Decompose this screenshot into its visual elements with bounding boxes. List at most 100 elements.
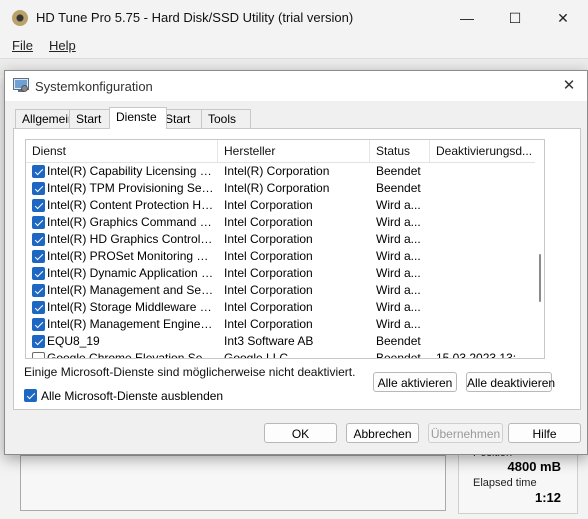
service-status: Wird a... xyxy=(376,232,421,246)
table-row[interactable]: Intel(R) Content Protection HDC... Intel … xyxy=(26,197,544,214)
table-row[interactable]: Intel(R) Graphics Command Cen... Intel Co… xyxy=(26,214,544,231)
service-name: Intel(R) Dynamic Application Loa... xyxy=(47,266,215,280)
dialog-title: Systemkonfiguration xyxy=(35,79,153,94)
service-manufacturer: Intel Corporation xyxy=(224,232,313,246)
service-manufacturer: Intel Corporation xyxy=(224,317,313,331)
list-header: Dienst Hersteller ⌄ Status Deaktivierung… xyxy=(26,140,544,163)
hdtune-window-title: HD Tune Pro 5.75 - Hard Disk/SSD Utility… xyxy=(36,10,354,25)
column-header-service[interactable]: Dienst xyxy=(26,140,218,162)
service-manufacturer: Int3 Software AB xyxy=(224,334,314,348)
service-name: Intel(R) Management Engine W... xyxy=(47,317,215,331)
service-checkbox[interactable] xyxy=(32,284,45,297)
service-disabled-date xyxy=(436,299,540,316)
dialog-close-icon[interactable]: ✕ xyxy=(557,75,581,97)
service-disabled-date xyxy=(436,333,540,350)
service-checkbox[interactable] xyxy=(32,301,45,314)
disable-all-button[interactable]: Alle deaktivieren xyxy=(466,372,555,392)
service-checkbox[interactable] xyxy=(32,233,45,246)
column-header-disabled-date[interactable]: Deaktivierungsd... xyxy=(430,140,544,162)
position-value: 4800 mB xyxy=(507,459,561,474)
microsoft-services-note: Einige Microsoft-Dienste sind möglicherw… xyxy=(24,365,356,379)
tab-dienste[interactable]: Dienste xyxy=(109,107,167,129)
dialog-titlebar[interactable]: Systemkonfiguration ✕ xyxy=(5,71,587,101)
enable-all-button[interactable]: Alle aktivieren xyxy=(373,372,457,392)
table-row[interactable]: Intel(R) PROSet Monitoring Service Intel … xyxy=(26,248,544,265)
service-status: Wird a... xyxy=(376,300,421,314)
service-disabled-date xyxy=(436,316,540,333)
cancel-button[interactable]: Abbrechen xyxy=(346,423,419,443)
service-disabled-date xyxy=(436,265,540,282)
tab-tools[interactable]: Tools xyxy=(201,109,251,128)
hide-microsoft-services-checkmark[interactable] xyxy=(24,389,37,402)
menu-help[interactable]: Help xyxy=(49,38,76,53)
ok-button[interactable]: OK xyxy=(264,423,337,443)
table-row[interactable]: Intel(R) Dynamic Application Loa... Intel… xyxy=(26,265,544,282)
service-name: Intel(R) Content Protection HDC... xyxy=(47,198,215,212)
service-name: Intel(R) Management and Securi... xyxy=(47,283,215,297)
service-status: Wird a... xyxy=(376,283,421,297)
service-manufacturer: Google LLC xyxy=(224,351,289,359)
service-checkbox[interactable] xyxy=(32,165,45,178)
service-status: Wird a... xyxy=(376,215,421,229)
table-row[interactable]: Intel(R) TPM Provisioning Service Intel(R… xyxy=(26,180,544,197)
table-row[interactable]: EQU8_19 Int3 Software AB Beendet xyxy=(26,333,544,350)
minimize-icon[interactable]: — xyxy=(452,6,482,30)
service-checkbox[interactable] xyxy=(32,335,45,348)
service-status: Wird a... xyxy=(376,249,421,263)
help-button[interactable]: Hilfe xyxy=(508,423,581,443)
table-row[interactable]: Intel(R) Management and Securi... Intel C… xyxy=(26,282,544,299)
service-disabled-date xyxy=(436,248,540,265)
table-row[interactable]: Intel(R) Storage Middleware Ser... Intel … xyxy=(26,299,544,316)
elapsed-time-value: 1:12 xyxy=(534,490,561,505)
service-disabled-date xyxy=(436,163,540,180)
hdtune-stats-panel: Position 4800 mB Elapsed time 1:12 xyxy=(458,447,578,514)
hide-microsoft-services-label: Alle Microsoft-Dienste ausblenden xyxy=(41,389,224,403)
service-manufacturer: Intel Corporation xyxy=(224,215,313,229)
service-checkbox[interactable] xyxy=(32,182,45,195)
service-checkbox[interactable] xyxy=(32,318,45,331)
column-header-status[interactable]: Status xyxy=(370,140,430,162)
service-disabled-date xyxy=(436,282,540,299)
hdtune-graph-panel xyxy=(20,455,446,511)
table-row[interactable]: Intel(R) HD Graphics Control Pa... Intel … xyxy=(26,231,544,248)
service-name: Google Chrome Elevation Servic... xyxy=(47,351,215,359)
list-scrollbar[interactable] xyxy=(535,162,544,358)
service-checkbox[interactable] xyxy=(32,216,45,229)
service-checkbox[interactable] xyxy=(32,352,45,358)
elapsed-time-label: Elapsed time xyxy=(473,477,537,489)
service-status: Wird a... xyxy=(376,198,421,212)
hdtune-app-icon xyxy=(12,10,28,26)
service-name: Intel(R) PROSet Monitoring Service xyxy=(47,249,215,263)
service-manufacturer: Intel(R) Corporation xyxy=(224,181,330,195)
service-name: EQU8_19 xyxy=(47,334,100,348)
close-icon[interactable]: ✕ xyxy=(548,6,578,30)
table-row[interactable]: Intel(R) Management Engine W... Intel Cor… xyxy=(26,316,544,333)
service-status: Beendet xyxy=(376,181,421,195)
column-header-manufacturer[interactable]: Hersteller ⌄ xyxy=(218,140,370,162)
service-manufacturer: Intel Corporation xyxy=(224,283,313,297)
table-row[interactable]: Google Chrome Elevation Servic... Google … xyxy=(26,350,544,359)
service-manufacturer: Intel Corporation xyxy=(224,300,313,314)
service-disabled-date xyxy=(436,214,540,231)
menu-file[interactable]: File xyxy=(12,38,33,53)
service-status: Wird a... xyxy=(376,317,421,331)
service-status: Beendet xyxy=(376,351,421,359)
service-manufacturer: Intel Corporation xyxy=(224,266,313,280)
service-name: Intel(R) Graphics Command Cen... xyxy=(47,215,215,229)
maximize-icon[interactable]: ☐ xyxy=(500,6,530,30)
service-disabled-date: 15.03.2023 13:... xyxy=(436,351,527,359)
service-manufacturer: Intel Corporation xyxy=(224,198,313,212)
service-checkbox[interactable] xyxy=(32,199,45,212)
service-checkbox[interactable] xyxy=(32,267,45,280)
service-disabled-date xyxy=(436,180,540,197)
apply-button[interactable]: Übernehmen xyxy=(428,423,503,443)
service-checkbox[interactable] xyxy=(32,250,45,263)
table-row[interactable]: Intel(R) Capability Licensing Ser... Inte… xyxy=(26,163,544,180)
service-status: Wird a... xyxy=(376,266,421,280)
service-name: Intel(R) HD Graphics Control Pa... xyxy=(47,232,215,246)
msconfig-icon xyxy=(13,78,29,92)
scrollbar-thumb[interactable] xyxy=(539,254,541,302)
service-status: Beendet xyxy=(376,334,421,348)
services-list[interactable]: Dienst Hersteller ⌄ Status Deaktivierung… xyxy=(25,139,545,359)
services-tab-panel: Dienst Hersteller ⌄ Status Deaktivierung… xyxy=(13,128,581,410)
